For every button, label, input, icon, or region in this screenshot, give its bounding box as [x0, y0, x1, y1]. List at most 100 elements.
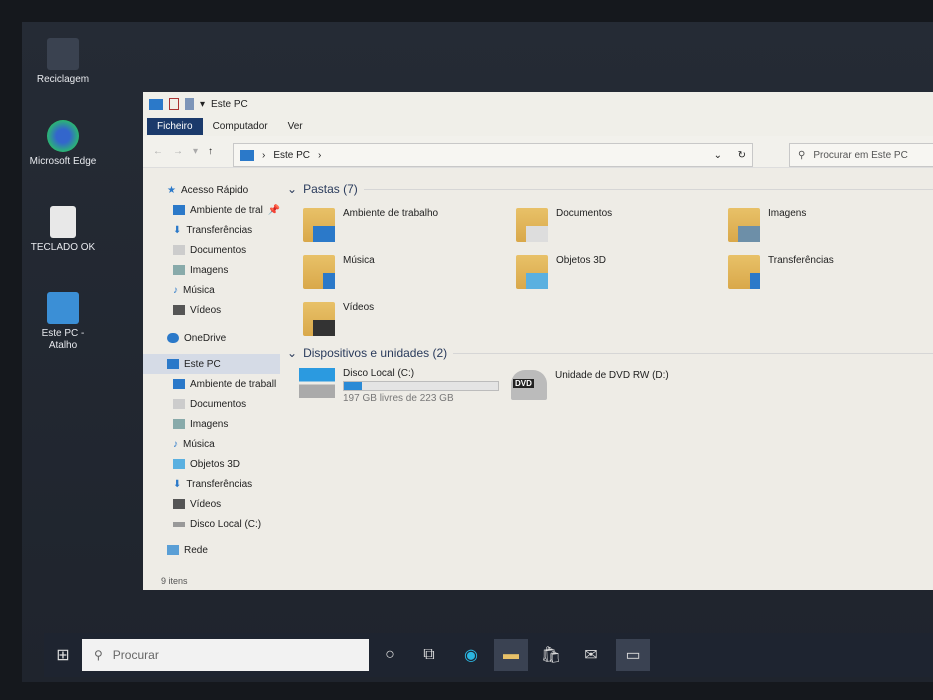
desktop-icon-teclado[interactable]: TECLADO OK — [28, 206, 98, 254]
folder-videos[interactable]: Vídeos — [303, 302, 503, 336]
dvd-badge: DVD — [513, 379, 534, 388]
new-folder-icon[interactable] — [185, 98, 194, 110]
address-dropdown-icon[interactable]: ⌄ — [714, 150, 722, 161]
sidebar-item-downloads[interactable]: ⬇ Transferências — [143, 220, 280, 240]
cortana-icon[interactable]: ○ — [373, 639, 407, 671]
drive-dvd[interactable]: DVD Unidade de DVD RW (D:) — [511, 370, 669, 400]
start-windows-icon[interactable]: ⊞ — [46, 639, 80, 671]
search-box[interactable]: ⚲ Procurar em Este PC — [789, 143, 933, 167]
file-explorer-taskbar-icon[interactable]: ▬ — [494, 639, 528, 671]
sidebar-item-pc-3d[interactable]: Objetos 3D — [143, 454, 280, 474]
sidebar-item-este-pc[interactable]: Este PC — [143, 354, 280, 374]
recent-chevron-icon[interactable]: ▾ — [193, 146, 198, 157]
sidebar-item-pc-videos[interactable]: Vídeos — [143, 494, 280, 514]
music-icon: ♪ — [173, 284, 178, 296]
title-bar: ▾ Este PC — [143, 92, 933, 116]
drive-icon — [173, 521, 185, 527]
edge-icon — [47, 120, 79, 152]
label: Vídeos — [190, 304, 222, 316]
label: Documentos — [190, 244, 247, 256]
sidebar-item-pc-documents[interactable]: Documentos — [143, 394, 280, 414]
desktop-icon-recycle-bin[interactable]: Reciclagem — [28, 38, 98, 86]
tab-ver[interactable]: Ver — [278, 118, 313, 135]
tab-ficheiro[interactable]: Ficheiro — [147, 117, 203, 135]
computer-icon — [47, 292, 79, 324]
properties-icon[interactable] — [169, 98, 179, 110]
label: Transferências — [768, 255, 834, 266]
sidebar-item-documents[interactable]: Documentos — [143, 240, 280, 260]
sidebar-item-onedrive[interactable]: OneDrive — [143, 328, 280, 348]
label: Este PC — [184, 358, 221, 370]
drive-c[interactable]: Disco Local (C:) 197 GB livres de 223 GB — [299, 368, 499, 404]
label: Rede — [184, 544, 208, 556]
group-header-dispositivos[interactable]: ⌄ Dispositivos e unidades (2) — [287, 346, 933, 360]
videos-folder-icon — [303, 302, 335, 336]
store-icon[interactable]: 🛍 — [534, 639, 568, 671]
folder-music[interactable]: Música — [303, 255, 503, 289]
este-pc-taskbar-icon[interactable]: ▭ — [616, 639, 650, 671]
sidebar-item-pc-downloads[interactable]: ⬇ Transferências — [143, 474, 280, 494]
label: Transferências — [186, 478, 253, 490]
label: Documentos — [556, 208, 613, 219]
up-icon[interactable]: ↑ — [208, 146, 213, 157]
label: Acesso Rápido — [180, 184, 249, 196]
search-placeholder: Procurar — [112, 648, 159, 662]
folder-desktop[interactable]: Ambiente de trabalho — [303, 208, 503, 242]
sidebar-item-desktop[interactable]: Ambiente de tral 📌 — [143, 200, 280, 220]
documents-icon — [173, 399, 185, 409]
task-view-icon[interactable]: ⧉ — [412, 639, 446, 671]
edge-taskbar-icon[interactable]: ◉ — [454, 639, 488, 671]
sidebar-item-pictures[interactable]: Imagens — [143, 260, 280, 280]
label: Disco Local (C:) — [190, 518, 262, 530]
documents-icon — [173, 245, 185, 255]
3d-folder-icon — [516, 255, 548, 289]
folder-documents[interactable]: Documentos — [516, 208, 716, 242]
breadcrumb-este-pc[interactable]: Este PC — [273, 150, 310, 161]
taskbar-search[interactable]: ⚲ Procurar — [82, 639, 369, 671]
folder-3d-objects[interactable]: Objetos 3D — [516, 255, 716, 289]
label: Música — [343, 255, 375, 266]
forward-icon[interactable]: → — [173, 146, 183, 157]
computer-icon — [240, 149, 254, 161]
desktop-icon-edge[interactable]: Microsoft Edge — [28, 120, 98, 168]
sidebar-item-videos[interactable]: Vídeos — [143, 300, 280, 320]
sidebar-item-music[interactable]: ♪ Música — [143, 280, 280, 300]
videos-icon — [173, 305, 185, 315]
pin-icon: 📌 — [267, 204, 280, 216]
sidebar-item-pc-music[interactable]: ♪ Música — [143, 434, 280, 454]
desktop-folder-icon — [303, 208, 335, 242]
group-header-pastas[interactable]: ⌄ Pastas (7) — [287, 182, 933, 196]
icon-label: Reciclagem — [36, 74, 90, 85]
sidebar-item-quick-access[interactable]: ★ Acesso Rápido — [143, 180, 280, 200]
label: Imagens — [190, 418, 229, 430]
folder-pictures[interactable]: Imagens — [728, 208, 928, 242]
status-item-count: 9 itens — [161, 576, 188, 586]
breadcrumb-separator: › — [262, 149, 266, 161]
sidebar-item-rede[interactable]: Rede — [143, 540, 280, 560]
document-icon — [50, 206, 76, 238]
mail-icon[interactable]: ✉ — [574, 639, 608, 671]
icon-label: Este PC - Atalho — [41, 328, 85, 351]
taskbar: ⊞ ⚲ Procurar ○ ⧉ ◉ ▬ 🛍 ✉ ▭ — [44, 633, 933, 677]
tab-computador[interactable]: Computador — [203, 118, 278, 135]
sidebar-item-pc-pictures[interactable]: Imagens — [143, 414, 280, 434]
breadcrumb-separator: › — [318, 149, 322, 161]
label: Transferências — [186, 224, 253, 236]
cube-icon — [173, 459, 185, 469]
dvd-drive-icon: DVD — [511, 370, 547, 400]
windows-drive-icon — [299, 368, 335, 398]
refresh-icon[interactable]: ↻ — [738, 150, 746, 161]
sidebar-item-pc-disk-c[interactable]: Disco Local (C:) — [143, 514, 280, 534]
label: Música — [183, 284, 215, 296]
folder-downloads[interactable]: Transferências — [728, 255, 928, 289]
pictures-icon — [173, 419, 185, 429]
customize-chevron-icon[interactable]: ▾ — [200, 99, 205, 110]
drive-usage-bar — [343, 381, 499, 391]
window-title: Este PC — [211, 98, 248, 110]
back-icon[interactable]: ← — [153, 146, 163, 157]
sidebar-item-pc-desktop[interactable]: Ambiente de traball — [143, 374, 280, 394]
desktop-icon-este-pc[interactable]: Este PC - Atalho — [28, 292, 98, 352]
label: Ambiente de tral — [190, 204, 263, 216]
address-bar[interactable]: › Este PC › ⌄ ↻ — [233, 143, 753, 167]
chevron-down-icon: ⌄ — [287, 346, 298, 360]
